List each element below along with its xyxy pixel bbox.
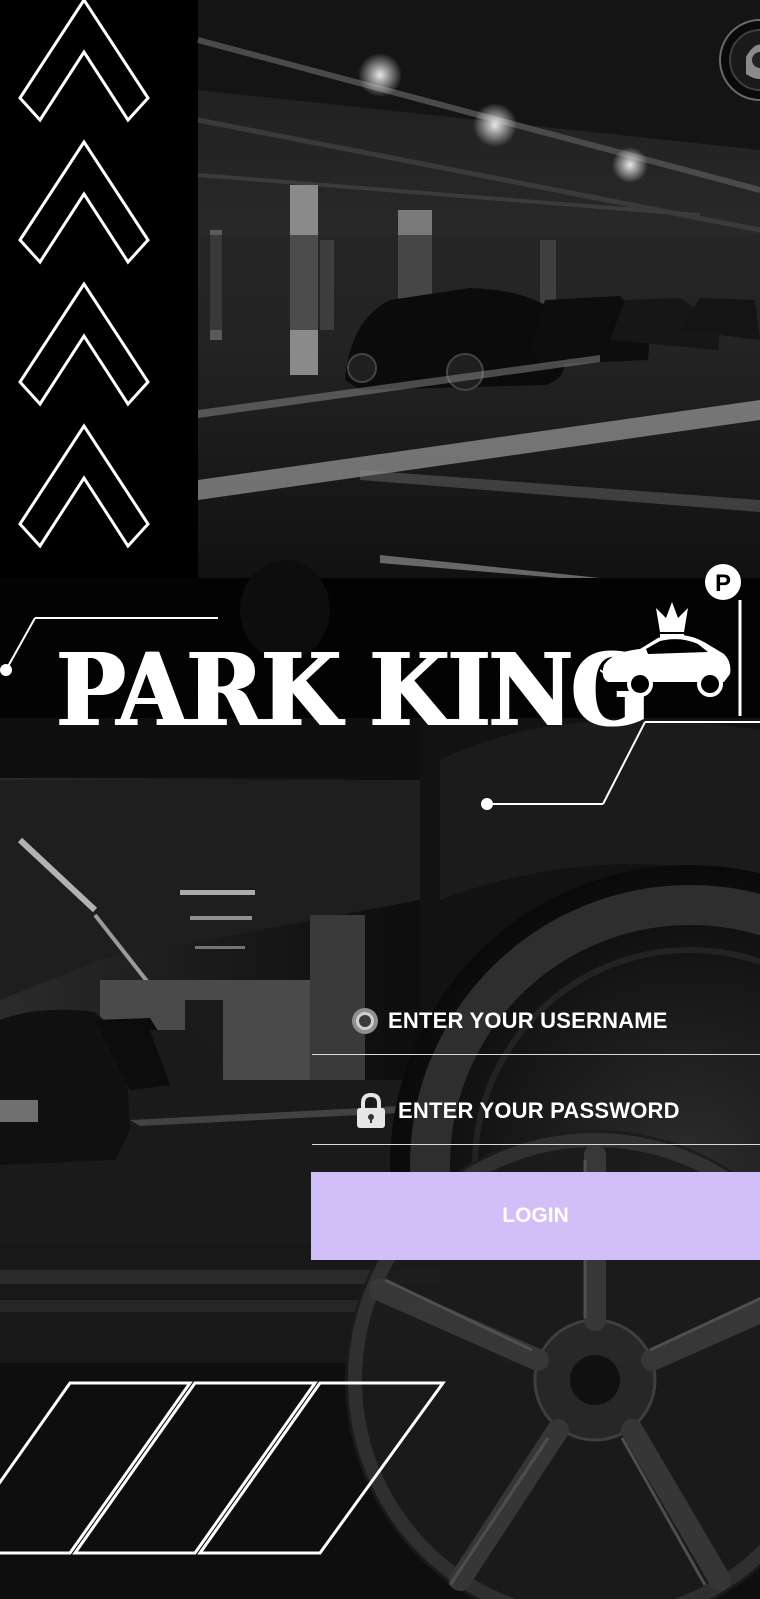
crowned-car-parking-logo: P: [599, 550, 760, 720]
username-field[interactable]: ENTER YOUR USERNAME: [312, 988, 760, 1055]
garage-photo-top: [197, 0, 760, 578]
car-icon: [599, 634, 731, 697]
radio-dot-icon: [348, 1004, 382, 1038]
brand-title: PARK KING: [55, 631, 648, 749]
username-placeholder: ENTER YOUR USERNAME: [388, 1008, 668, 1033]
left-panel: [0, 0, 198, 580]
login-button[interactable]: LOGIN: [311, 1172, 760, 1260]
password-placeholder: ENTER YOUR PASSWORD: [398, 1098, 680, 1123]
profile-badge-icon[interactable]: [718, 12, 760, 107]
lock-icon: [354, 1092, 388, 1128]
parking-sign-letter: P: [715, 570, 731, 597]
password-field[interactable]: ENTER YOUR PASSWORD: [312, 1078, 760, 1145]
crown-icon: [656, 602, 688, 639]
background-collage: [0, 0, 760, 1599]
